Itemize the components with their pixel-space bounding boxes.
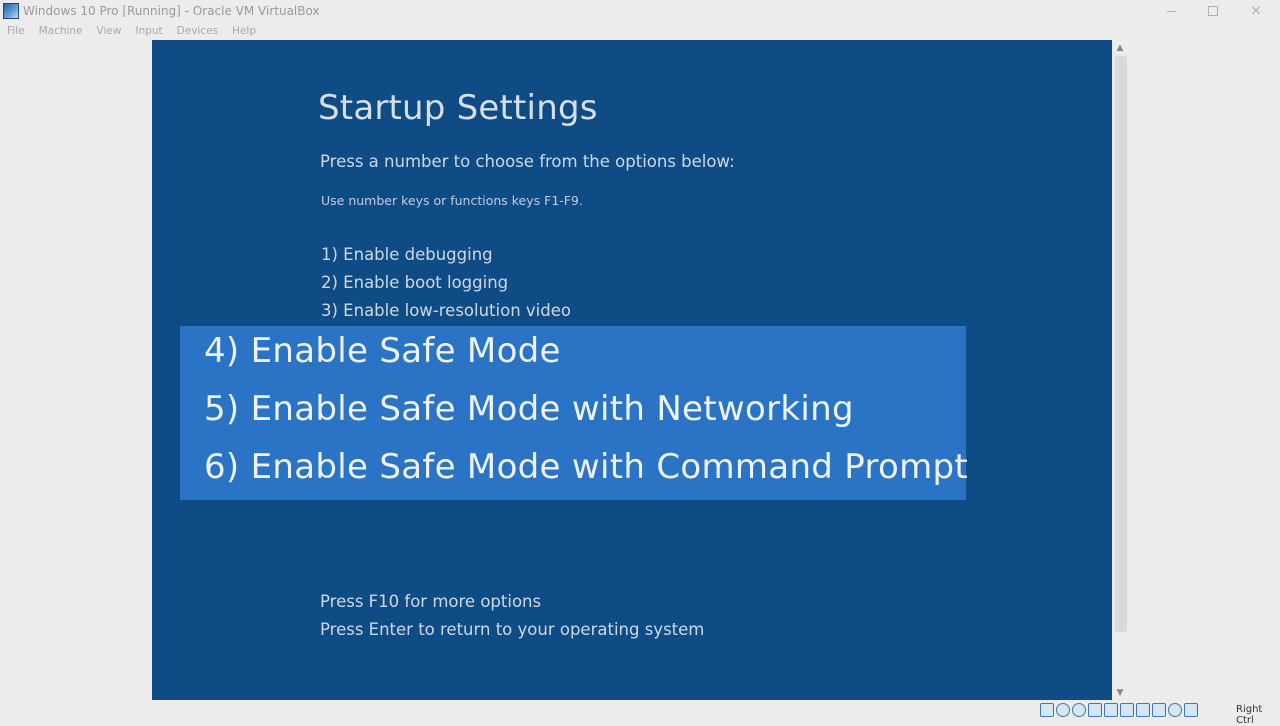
scroll-down-button[interactable]: ▼ <box>1112 686 1128 700</box>
scroll-up-button[interactable]: ▲ <box>1112 41 1128 55</box>
key-hint-text: Use number keys or functions keys F1-F9. <box>321 193 583 208</box>
window-title: Windows 10 Pro [Running] - Oracle VM Vir… <box>23 4 320 18</box>
keyboard-icon[interactable] <box>1184 703 1198 717</box>
menu-input[interactable]: Input <box>135 25 162 37</box>
instruction-text: Press a number to choose from the option… <box>320 152 735 171</box>
host-key-label: Right Ctrl <box>1236 704 1263 726</box>
close-icon: ✕ <box>1250 3 1262 19</box>
vm-display[interactable]: Startup Settings Press a number to choos… <box>152 40 1112 700</box>
option-enable-boot-logging[interactable]: 2) Enable boot logging <box>321 273 508 292</box>
shared-folders-icon[interactable] <box>1120 703 1134 717</box>
menu-help[interactable]: Help <box>232 25 256 37</box>
menu-bar: File Machine View Input Devices Help <box>0 22 1280 40</box>
title-bar: Windows 10 Pro [Running] - Oracle VM Vir… <box>0 0 1280 22</box>
page-title: Startup Settings <box>318 88 598 128</box>
arrow-up-icon: ▲ <box>1116 43 1124 53</box>
usb-icon[interactable] <box>1104 703 1118 717</box>
arrow-down-icon: ▼ <box>1116 688 1124 698</box>
status-bar: Right Ctrl <box>0 700 1280 726</box>
footer-return-to-os: Press Enter to return to your operating … <box>320 620 705 639</box>
menu-machine[interactable]: Machine <box>39 25 83 37</box>
close-button[interactable]: ✕ <box>1233 0 1279 22</box>
maximize-icon <box>1208 6 1218 16</box>
mouse-integration-icon[interactable] <box>1168 703 1182 717</box>
display-icon[interactable] <box>1136 703 1150 717</box>
option-enable-safe-mode[interactable]: 4) Enable Safe Mode <box>204 331 561 371</box>
minimize-icon <box>1166 10 1176 12</box>
option-safe-mode-command-prompt[interactable]: 6) Enable Safe Mode with Command Prompt <box>204 447 968 487</box>
footer-more-options: Press F10 for more options <box>320 592 542 611</box>
menu-file[interactable]: File <box>7 25 25 37</box>
safe-mode-highlight-box: 4) Enable Safe Mode 5) Enable Safe Mode … <box>180 326 968 500</box>
video-capture-icon[interactable] <box>1152 703 1166 717</box>
virtualbox-app-icon[interactable] <box>3 3 19 19</box>
option-enable-debugging[interactable]: 1) Enable debugging <box>321 245 493 264</box>
option-safe-mode-networking[interactable]: 5) Enable Safe Mode with Networking <box>204 389 854 429</box>
status-icons <box>1040 703 1198 717</box>
maximize-button[interactable] <box>1190 0 1236 22</box>
menu-view[interactable]: View <box>97 25 122 37</box>
vertical-scrollbar[interactable] <box>1115 56 1127 632</box>
network-icon[interactable] <box>1088 703 1102 717</box>
audio-icon[interactable] <box>1072 703 1086 717</box>
hard-disk-icon[interactable] <box>1040 703 1054 717</box>
option-enable-low-resolution-video[interactable]: 3) Enable low-resolution video <box>321 301 571 320</box>
menu-devices[interactable]: Devices <box>177 25 218 37</box>
minimize-button[interactable] <box>1148 0 1194 22</box>
optical-drive-icon[interactable] <box>1056 703 1070 717</box>
